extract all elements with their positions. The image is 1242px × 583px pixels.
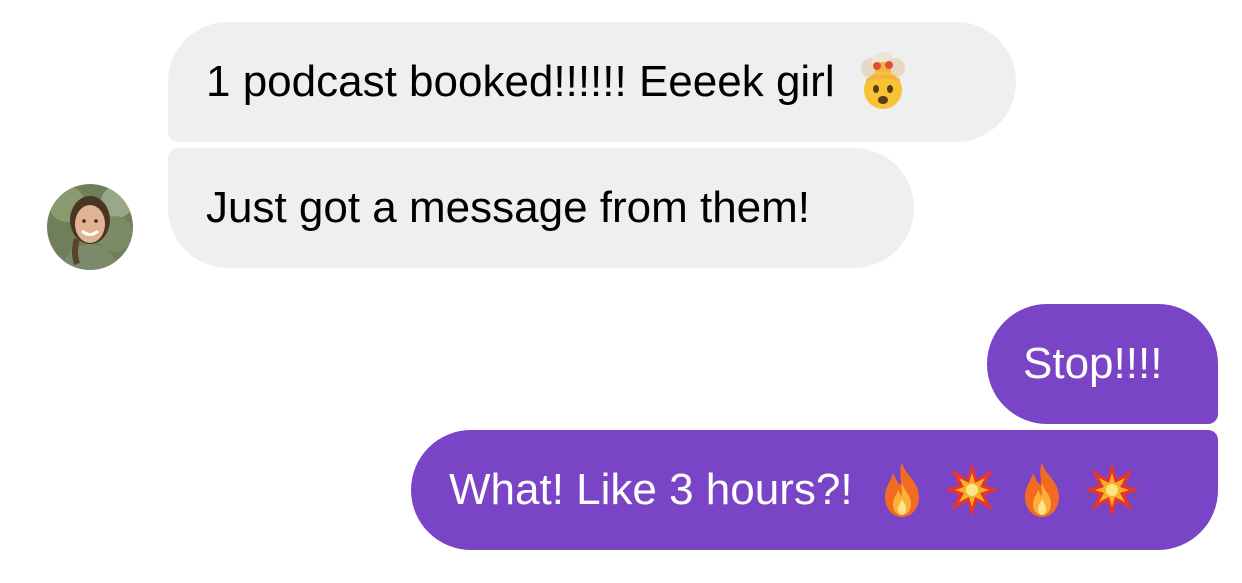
outgoing-message-bubble[interactable]: What! Like 3 hours?! bbox=[411, 430, 1218, 550]
message-thread: 1 podcast booked!!!!!! Eeeek girl Just g… bbox=[0, 0, 1242, 583]
message-text: 1 podcast booked!!!!!! Eeeek girl bbox=[206, 57, 835, 106]
contact-avatar[interactable] bbox=[47, 184, 133, 270]
outgoing-message-bubble[interactable]: Stop!!!! bbox=[987, 304, 1218, 424]
fire-emoji-icon bbox=[1015, 461, 1069, 519]
message-text: Just got a message from them! bbox=[206, 183, 811, 232]
collision-emoji-icon bbox=[943, 461, 1001, 519]
exploding-head-emoji-icon bbox=[853, 52, 913, 112]
emoji-group bbox=[875, 461, 1141, 519]
message-text: What! Like 3 hours?! bbox=[449, 465, 853, 514]
message-text: Stop!!!! bbox=[1023, 339, 1163, 388]
collision-emoji-icon bbox=[1083, 461, 1141, 519]
incoming-message-bubble[interactable]: Just got a message from them! bbox=[168, 148, 914, 268]
incoming-message-bubble[interactable]: 1 podcast booked!!!!!! Eeeek girl bbox=[168, 22, 1016, 142]
fire-emoji-icon bbox=[875, 461, 929, 519]
